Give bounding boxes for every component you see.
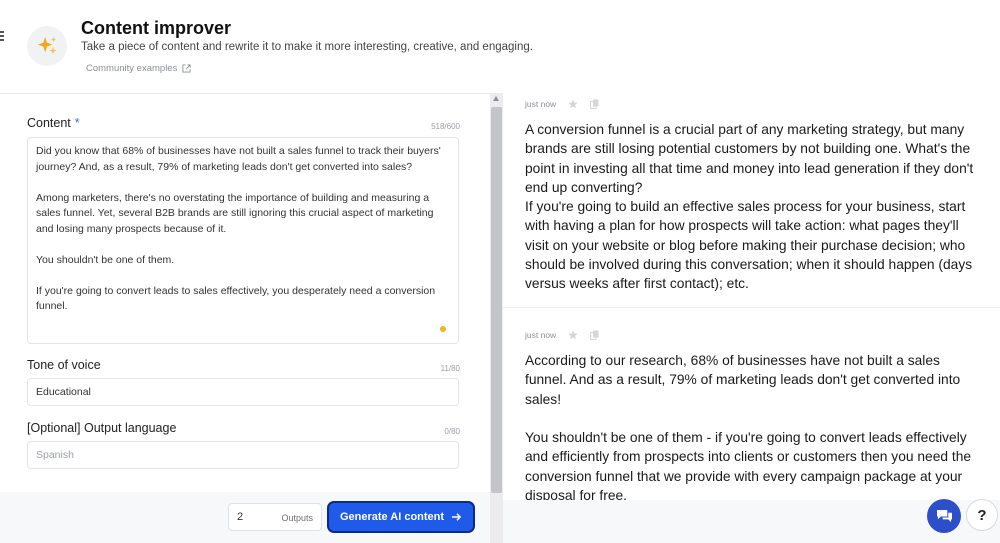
copy-icon[interactable] [590, 99, 599, 109]
tone-counter: 11/80 [440, 364, 460, 373]
page-title: Content improver [81, 18, 232, 38]
result-timestamp: just now [525, 330, 557, 340]
help-button[interactable]: ? [966, 499, 998, 531]
result-meta: just now [525, 330, 599, 340]
outputs-stepper[interactable]: 2 Outputs [228, 503, 322, 531]
page-header: Content improver Take a piece of content… [0, 0, 1000, 93]
star-icon[interactable] [568, 99, 578, 109]
community-examples-link[interactable]: Community examples [86, 63, 191, 74]
form-scrollbar[interactable] [490, 93, 503, 543]
menu-icon[interactable] [0, 31, 4, 43]
external-link-icon [182, 64, 191, 73]
content-counter: 518/600 [431, 122, 460, 131]
language-label: [Optional] Output language [27, 421, 177, 435]
generate-label: Generate AI content [339, 511, 445, 523]
input-panel: Content * 518/600 Did you know that 68% o… [0, 93, 490, 543]
sparkles-icon [27, 26, 67, 66]
results-footer [503, 500, 1000, 543]
content-label: Content * [27, 116, 80, 130]
content-textarea[interactable]: Did you know that 68% of businesses have… [27, 137, 459, 344]
input-form: Content * 518/600 Did you know that 68% o… [0, 94, 490, 492]
status-dot [440, 326, 446, 332]
outputs-label: Outputs [281, 513, 313, 523]
required-mark: * [74, 116, 80, 130]
page-subtitle: Take a piece of content and rewrite it t… [81, 41, 533, 53]
outputs-value[interactable]: 2 [237, 511, 243, 523]
content-label-text: Content [27, 116, 71, 130]
result-timestamp: just now [525, 99, 557, 109]
language-counter: 0/80 [444, 427, 460, 436]
result-divider [503, 307, 1000, 308]
scroll-thumb[interactable] [491, 107, 502, 493]
community-examples-label: Community examples [86, 63, 178, 74]
star-icon[interactable] [568, 330, 578, 340]
generate-button[interactable]: Generate AI content [329, 503, 473, 531]
copy-icon[interactable] [590, 330, 599, 340]
tone-input[interactable]: Educational [27, 378, 459, 406]
language-input[interactable]: Spanish [27, 441, 459, 469]
arrow-right-icon [451, 513, 462, 521]
result-meta: just now [525, 99, 599, 109]
chat-button[interactable] [927, 499, 961, 533]
result-text: According to our research, 68% of busine… [525, 353, 972, 504]
scroll-up-icon[interactable] [493, 96, 499, 101]
result-text: A conversion funnel is a crucial part of… [525, 122, 974, 292]
results-panel: just now A conversion funnel is a crucia… [503, 93, 1000, 543]
chat-icon [936, 509, 952, 522]
tone-label: Tone of voice [27, 358, 101, 372]
